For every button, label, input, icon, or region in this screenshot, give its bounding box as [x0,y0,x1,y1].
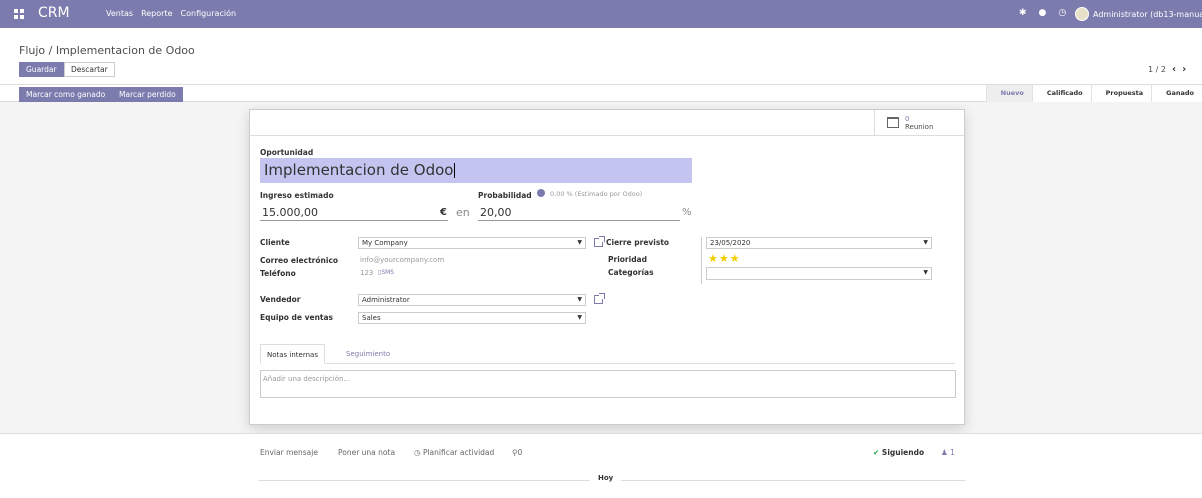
save-button[interactable]: Guardar [19,62,64,77]
phone-link[interactable]: 123 [360,269,373,277]
meeting-button[interactable]: 0 Reunion [874,110,966,135]
tags-select[interactable]: ▼ [706,267,932,280]
external-link-icon[interactable] [594,293,605,304]
caret-down-icon: ▼ [577,296,582,303]
stage-pipeline: Nuevo Calificado Propuesta Ganado [985,85,1202,102]
deadline-input[interactable]: 23/05/2020 ▼ [706,237,932,249]
caret-down-icon: ▼ [923,239,928,246]
discard-button[interactable]: Descartar [64,62,115,77]
gear-icon[interactable] [537,189,545,197]
star-icon[interactable]: ★ [730,252,741,265]
chat-icon[interactable]: ● [1039,8,1047,18]
notebook-tabs: Notas internas Seguimiento [260,344,955,364]
customer-select[interactable]: My Company ▼ [358,237,586,249]
stage-ganado[interactable]: Ganado [1151,85,1202,102]
form-sheet: 0 Reunion Oportunidad Implementacion de … [249,109,966,425]
menu-item-ventas[interactable]: Ventas [106,9,133,18]
currency-symbol: € [440,207,447,218]
star-icon[interactable]: ★ [708,252,719,265]
chatter: Enviar mensaje Poner una nota ◷ Planific… [0,433,1202,498]
menu-item-reporte[interactable]: Reporte [141,9,172,18]
send-message-button[interactable]: Enviar mensaje [260,448,318,457]
description-textarea[interactable]: Añadir una descripción... [260,370,956,398]
chevron-right-icon[interactable]: › [1182,64,1186,75]
team-label: Equipo de ventas [260,313,334,322]
en-label: en [456,206,470,219]
user-icon: ♟ [941,448,948,457]
breadcrumb[interactable]: Flujo / Implementacion de Odoo [19,44,195,57]
email-label: Correo electrónico [260,256,339,265]
opportunity-name-input[interactable]: Implementacion de Odoo [260,158,692,183]
customer-label: Cliente [260,238,290,247]
tags-label: Categorías [608,268,654,277]
apps-menu-icon[interactable] [14,9,24,19]
calendar-icon [887,117,899,128]
salesperson-select[interactable]: Administrator ▼ [358,294,586,306]
following-button[interactable]: ✔ Siguiendo [873,448,924,457]
followers-button[interactable]: ♟ 1 [941,448,955,457]
stage-calificado[interactable]: Calificado [1031,85,1091,102]
email-link[interactable]: info@yourcompany.com [360,256,444,264]
opportunity-label: Oportunidad [260,148,314,157]
meeting-label: Reunion [905,122,934,131]
revenue-input[interactable]: 15.000,00 [260,204,448,221]
log-note-button[interactable]: Poner una nota [338,448,395,457]
revenue-label: Ingreso estimado [260,191,334,200]
systray: ✱ ● ◷ [1019,8,1078,18]
caret-down-icon: ▼ [577,239,582,246]
deadline-label: Cierre previsto [606,238,670,247]
bug-icon[interactable]: ✱ [1019,8,1027,18]
star-icon[interactable]: ★ [719,252,730,265]
check-icon: ✔ [873,448,880,457]
tab-seguimiento[interactable]: Seguimiento [340,344,396,364]
status-bar: Marcar como ganado Marcar perdido Nuevo … [0,84,1202,102]
team-select[interactable]: Sales ▼ [358,312,586,324]
salesperson-label: Vendedor [260,295,301,304]
percent-symbol: % [682,207,692,218]
priority-label: Prioridad [608,255,647,264]
stage-nuevo[interactable]: Nuevo [985,85,1032,102]
mark-lost-button[interactable]: Marcar perdido [112,87,183,102]
top-navbar: CRM Ventas Reporte Configuración ✱ ● ◷ A… [0,0,1202,28]
clock-icon: ◷ [414,448,423,457]
clock-icon[interactable]: ◷ [1058,8,1066,18]
probability-label: Probabilidad [478,191,532,200]
menu-item-configuracion[interactable]: Configuración [181,9,237,18]
pager-value[interactable]: 1 / 2 [1148,65,1166,74]
tab-notas-internas[interactable]: Notas internas [260,344,325,364]
probability-hint: 0,00 % (Estimado por Odoo) [550,190,643,198]
button-box: 0 Reunion [250,110,966,136]
caret-down-icon: ▼ [577,314,582,321]
external-link-icon[interactable] [594,236,605,247]
probability-input[interactable]: 20,00 [478,204,680,221]
avatar [1075,7,1089,21]
user-menu[interactable]: Administrator (db13-manual) ▾ [1075,7,1202,21]
sms-link[interactable]: ▯SMS [378,269,394,276]
phone-label: Teléfono [260,269,296,278]
mark-won-button[interactable]: Marcar como ganado [19,87,113,102]
meeting-count: 0 [905,114,910,123]
chevron-left-icon[interactable]: ‹ [1172,64,1176,75]
today-label: Hoy [590,474,622,482]
schedule-activity-button[interactable]: ◷ Planificar actividad [414,448,494,457]
priority-stars[interactable]: ★★★ [708,252,741,265]
app-brand[interactable]: CRM [38,5,70,21]
user-name: Administrator (db13-manual) [1093,9,1202,19]
stage-propuesta[interactable]: Propuesta [1090,85,1152,102]
main-menu: Ventas Reporte Configuración [106,9,244,18]
caret-down-icon: ▼ [923,269,928,276]
pager: 1 / 2 ‹ › [1148,64,1186,75]
attachments-button[interactable]: ⚲0 [512,448,522,457]
